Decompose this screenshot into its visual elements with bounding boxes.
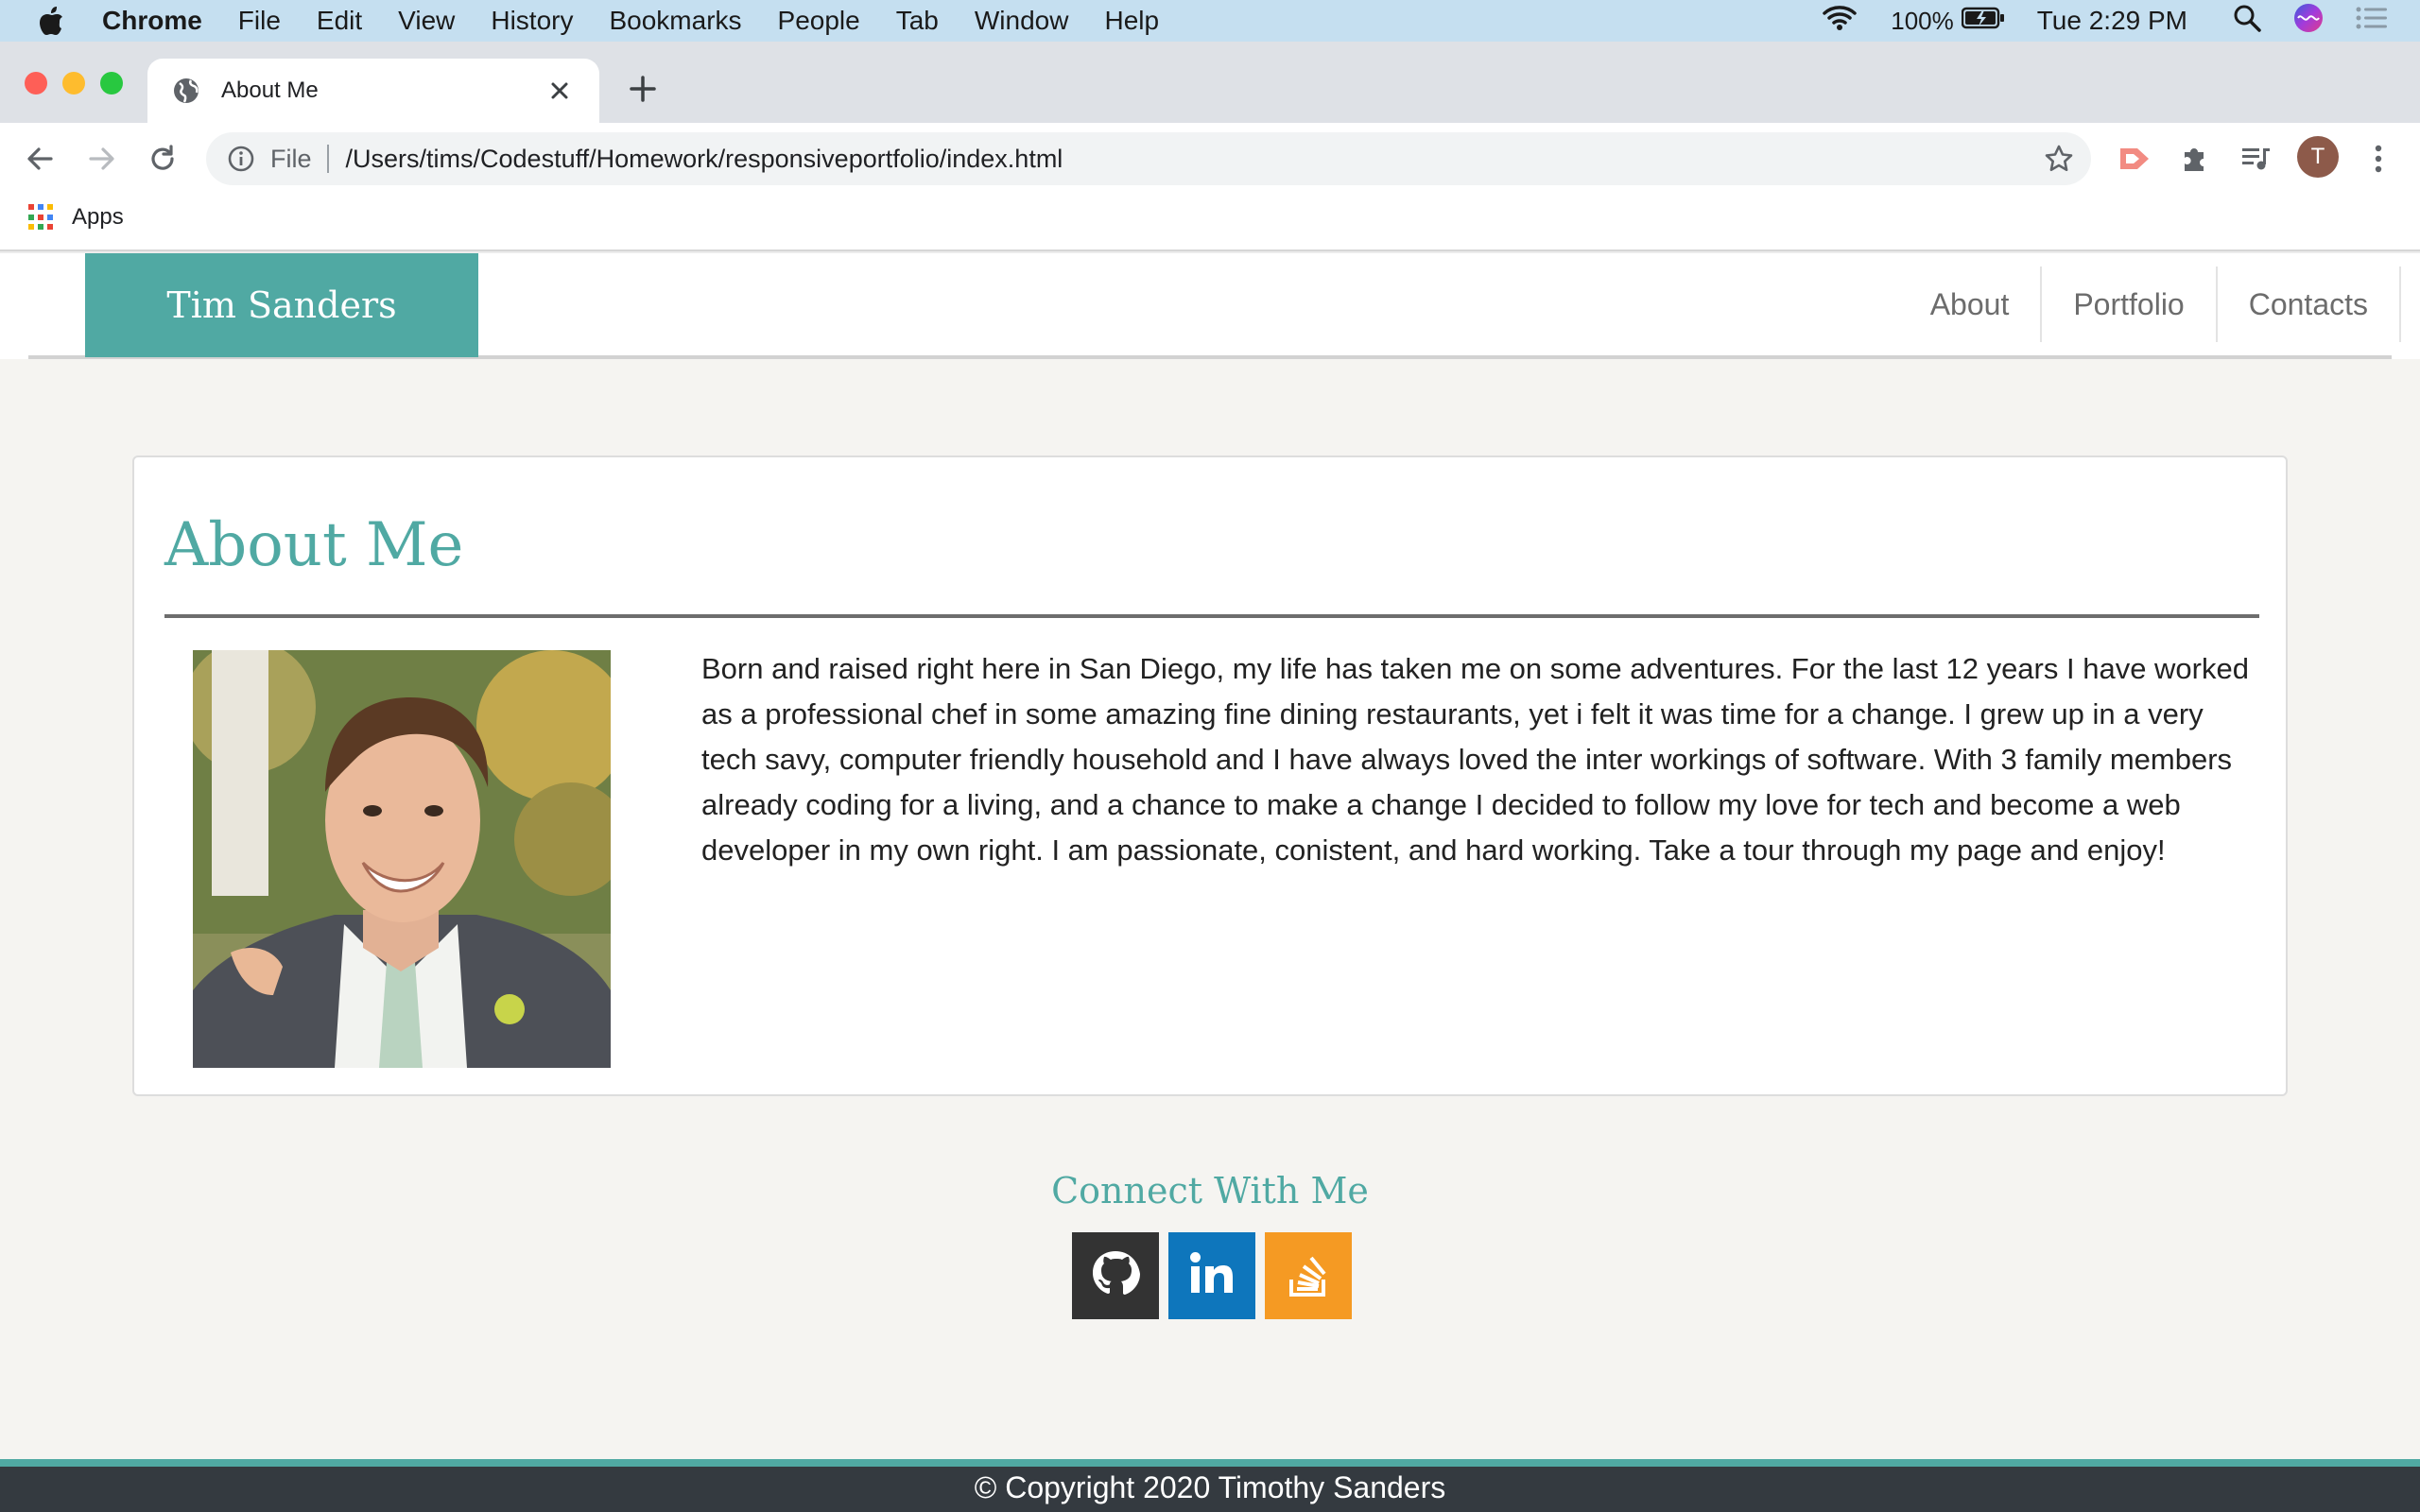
address-bar[interactable]: File /Users/tims/Codestuff/Homework/resp… xyxy=(206,132,2091,185)
window-close-button[interactable] xyxy=(25,72,47,94)
menu-window[interactable]: Window xyxy=(975,6,1069,36)
site-brand[interactable]: Tim Sanders xyxy=(85,253,478,357)
about-divider xyxy=(164,614,2259,618)
back-button[interactable] xyxy=(21,140,59,178)
notification-center-icon[interactable] xyxy=(2356,6,2388,37)
menu-history[interactable]: History xyxy=(491,6,573,36)
chrome-menu-icon[interactable] xyxy=(2360,140,2397,178)
page-title: About Me xyxy=(164,510,464,580)
menu-bookmarks[interactable]: Bookmarks xyxy=(609,6,741,36)
stackoverflow-link[interactable] xyxy=(1265,1232,1352,1319)
nav-link-about[interactable]: About xyxy=(1899,266,2043,342)
nav-link-portfolio[interactable]: Portfolio xyxy=(2042,266,2218,342)
linkedin-icon xyxy=(1184,1246,1240,1307)
bookmark-star-icon[interactable] xyxy=(2044,144,2074,174)
battery-percent: 100% xyxy=(1891,6,1954,35)
globe-icon xyxy=(172,77,200,105)
os-menubar: Chrome File Edit View History Bookmarks … xyxy=(0,0,2420,42)
social-links xyxy=(1072,1232,1352,1319)
github-icon xyxy=(1087,1246,1144,1307)
bookmark-apps[interactable]: Apps xyxy=(72,204,124,231)
nav-link-contacts[interactable]: Contacts xyxy=(2218,266,2401,342)
omnibox-divider xyxy=(326,145,329,173)
about-bio: Born and raised right here in San Diego,… xyxy=(701,652,2249,867)
bookmarks-bar xyxy=(0,191,2420,251)
battery-icon[interactable] xyxy=(1961,6,2005,36)
media-queue-icon[interactable] xyxy=(2237,140,2274,178)
apple-icon[interactable] xyxy=(38,5,66,37)
menu-tab[interactable]: Tab xyxy=(896,6,939,36)
menubar-clock[interactable]: Tue 2:29 PM xyxy=(2037,6,2187,36)
wifi-icon[interactable] xyxy=(1821,4,1858,39)
menu-file[interactable]: File xyxy=(238,6,281,36)
page-viewport: Tim Sanders About Portfolio Contacts Abo… xyxy=(0,253,2420,1512)
siri-icon[interactable] xyxy=(2293,3,2324,40)
extensions-puzzle-icon[interactable] xyxy=(2176,140,2214,178)
stackoverflow-icon xyxy=(1280,1246,1337,1307)
forward-button[interactable] xyxy=(83,140,121,178)
site-footer: © Copyright 2020 Timothy Sanders xyxy=(0,1459,2420,1512)
tab-close-icon[interactable] xyxy=(544,76,575,106)
connect-section: Connect With Me xyxy=(0,1170,2420,1211)
profile-avatar[interactable]: T xyxy=(2297,136,2339,178)
menu-people[interactable]: People xyxy=(778,6,860,36)
about-card: About Me Born and raised right here in S… xyxy=(132,455,2288,1096)
url-scheme-label: File xyxy=(270,144,312,173)
tab-title: About Me xyxy=(221,77,319,103)
menu-view[interactable]: View xyxy=(398,6,455,36)
github-link[interactable] xyxy=(1072,1232,1159,1319)
spotlight-search-icon[interactable] xyxy=(2233,4,2261,39)
menu-edit[interactable]: Edit xyxy=(317,6,362,36)
menu-chrome[interactable]: Chrome xyxy=(102,6,202,36)
window-zoom-button[interactable] xyxy=(100,72,123,94)
apps-grid-icon[interactable] xyxy=(28,204,55,231)
url-text[interactable]: /Users/tims/Codestuff/Homework/responsiv… xyxy=(346,145,1063,174)
new-tab-button[interactable] xyxy=(624,70,662,112)
linkedin-link[interactable] xyxy=(1168,1232,1255,1319)
profile-photo xyxy=(183,641,628,1068)
extension-red-icon[interactable] xyxy=(2118,140,2155,178)
site-info-icon[interactable] xyxy=(227,145,255,173)
window-minimize-button[interactable] xyxy=(62,72,85,94)
reload-button[interactable] xyxy=(144,140,182,178)
site-nav: About Portfolio Contacts xyxy=(1899,266,2401,342)
connect-heading: Connect With Me xyxy=(1051,1170,1369,1211)
browser-tab[interactable]: About Me xyxy=(147,59,599,123)
menu-help[interactable]: Help xyxy=(1104,6,1159,36)
